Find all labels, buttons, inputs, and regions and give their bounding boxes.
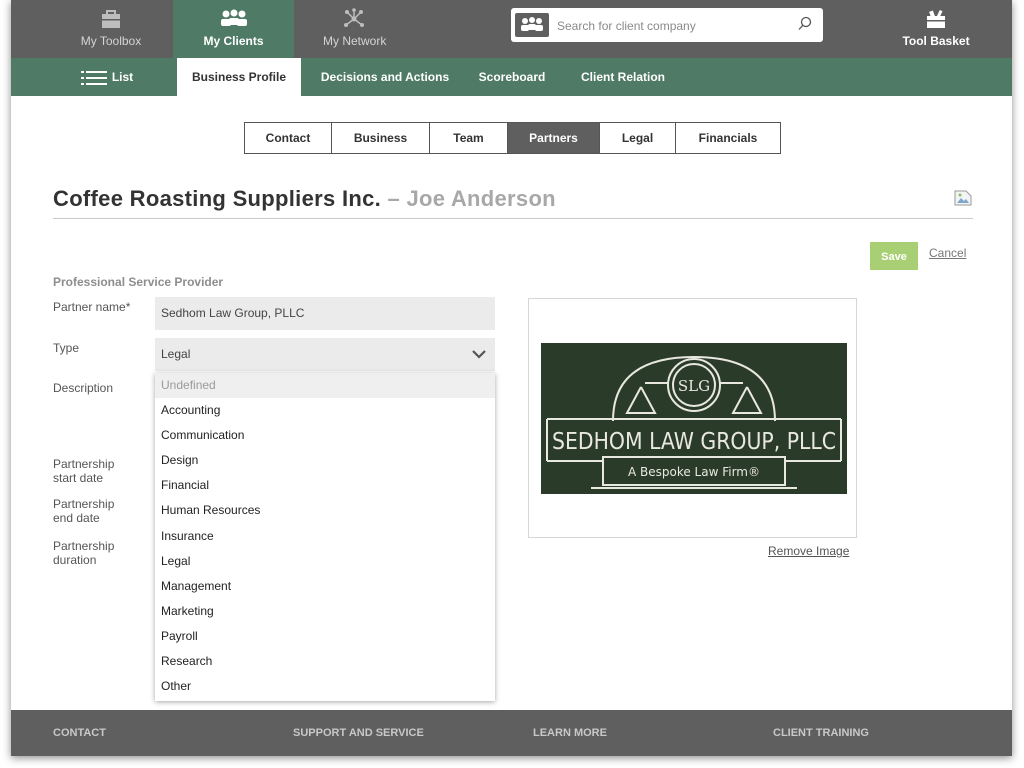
footer-client-training-link[interactable]: CLIENT TRAINING [773, 710, 869, 756]
page-title: Coffee Roasting Suppliers Inc. – Joe And… [53, 186, 556, 212]
partnership-duration-label: Partnership duration [53, 539, 115, 567]
chevron-down-icon [472, 350, 486, 359]
tool-basket-button[interactable]: Tool Basket [891, 0, 981, 58]
toolbox-icon [102, 10, 120, 28]
partnership-end-label: Partnership end date [53, 497, 115, 525]
tab-partners[interactable]: Partners [508, 123, 600, 153]
type-option-marketing[interactable]: Marketing [155, 599, 495, 624]
type-label: Type [53, 341, 80, 355]
clients-icon [220, 9, 247, 26]
save-button[interactable]: Save [870, 242, 918, 270]
type-option-other[interactable]: Other [155, 674, 495, 699]
type-option-financial[interactable]: Financial [155, 473, 495, 498]
title-divider [53, 218, 973, 219]
tool-basket-label: Tool Basket [902, 34, 970, 48]
list-icon [80, 70, 107, 85]
client-search [511, 8, 823, 42]
logo-name: SEDHOM LAW GROUP, PLLC [552, 429, 836, 455]
tab-business[interactable]: Business [332, 123, 430, 153]
partner-logo-image: SLG SEDHOM LAW GROUP, PLLC A Bespoke Law… [541, 343, 847, 494]
type-option-design[interactable]: Design [155, 448, 495, 473]
type-option-human-resources[interactable]: Human Resources [155, 498, 495, 523]
subnav-decisions-and-actions[interactable]: Decisions and Actions [309, 58, 461, 96]
subnav-business-profile[interactable]: Business Profile [177, 58, 301, 96]
type-dropdown-menu: Undefined Accounting Communication Desig… [155, 373, 495, 701]
profile-tabs: Contact Business Team Partners Legal Fin… [244, 122, 781, 154]
network-icon [344, 8, 364, 27]
type-option-insurance[interactable]: Insurance [155, 524, 495, 549]
type-option-communication[interactable]: Communication [155, 423, 495, 448]
nav-my-clients[interactable]: My Clients [173, 0, 294, 58]
footer-learn-more-link[interactable]: LEARN MORE [533, 710, 607, 756]
nav-my-network[interactable]: My Network [311, 0, 411, 58]
broken-image-icon[interactable] [954, 190, 972, 206]
company-name: Coffee Roasting Suppliers Inc. [53, 186, 382, 211]
nav-label: My Network [323, 34, 387, 48]
app-window: My Toolbox My Clients My Network Search … [11, 0, 1012, 756]
footer-support-link[interactable]: SUPPORT AND SERVICE [293, 710, 424, 756]
nav-label: My Toolbox [80, 34, 142, 48]
partner-logo-frame: SLG SEDHOM LAW GROUP, PLLC A Bespoke Law… [528, 298, 857, 538]
type-option-research[interactable]: Research [155, 649, 495, 674]
sub-nav: List Business Profile Decisions and Acti… [11, 58, 1012, 96]
footer: CONTACT SUPPORT AND SERVICE LEARN MORE C… [11, 710, 1012, 756]
list-label: List [111, 70, 134, 84]
type-select[interactable]: Legal [155, 338, 495, 371]
partnership-start-label: Partnership start date [53, 457, 115, 485]
nav-label: My Clients [203, 34, 264, 48]
clients-badge-icon [515, 13, 549, 37]
list-button[interactable]: List [67, 58, 147, 96]
search-input[interactable] [555, 12, 789, 40]
type-option-payroll[interactable]: Payroll [155, 624, 495, 649]
subnav-client-relation[interactable]: Client Relation [571, 58, 675, 96]
type-option-legal[interactable]: Legal [155, 549, 495, 574]
logo-monogram: SLG [678, 377, 710, 395]
footer-contact-link[interactable]: CONTACT [53, 710, 106, 756]
nav-my-toolbox[interactable]: My Toolbox [65, 0, 157, 58]
type-option-management[interactable]: Management [155, 574, 495, 599]
section-title: Professional Service Provider [53, 275, 224, 289]
partner-name-label: Partner name* [53, 300, 131, 314]
description-label: Description [53, 381, 114, 395]
tab-financials[interactable]: Financials [676, 123, 780, 153]
search-icon[interactable] [797, 16, 813, 32]
type-option-undefined[interactable]: Undefined [155, 373, 495, 399]
subnav-scoreboard[interactable]: Scoreboard [471, 58, 553, 96]
title-separator: – [387, 186, 401, 211]
type-select-value: Legal [161, 347, 191, 361]
cancel-link[interactable]: Cancel [929, 246, 966, 260]
type-option-accounting[interactable]: Accounting [155, 398, 495, 423]
tool-basket-icon [927, 9, 945, 28]
tab-team[interactable]: Team [430, 123, 508, 153]
partner-name-field[interactable]: Sedhom Law Group, PLLC [155, 297, 495, 330]
contact-person: Joe Anderson [406, 186, 556, 211]
logo-tagline: A Bespoke Law Firm® [628, 465, 760, 479]
tab-legal[interactable]: Legal [600, 123, 676, 153]
tab-contact[interactable]: Contact [245, 123, 332, 153]
remove-image-link[interactable]: Remove Image [768, 544, 849, 558]
top-nav: My Toolbox My Clients My Network Search … [11, 0, 1012, 58]
